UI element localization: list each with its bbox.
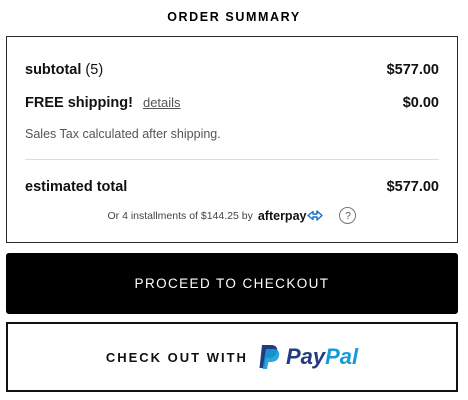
paypal-logo: Pay Pal xyxy=(286,344,358,370)
paypal-checkout-button[interactable]: CHECK OUT WITH Pay Pal xyxy=(6,322,458,392)
sales-tax-note: Sales Tax calculated after shipping. xyxy=(25,127,221,141)
subtotal-label: subtotal xyxy=(25,62,82,78)
order-summary-title: ORDER SUMMARY xyxy=(167,10,301,24)
order-summary-box: subtotal (5) $577.00 FREE shipping! deta… xyxy=(6,36,458,243)
shipping-label: FREE shipping! xyxy=(25,95,133,111)
help-circle-icon[interactable]: ? xyxy=(339,207,357,224)
subtotal-label-group: subtotal (5) xyxy=(25,62,103,78)
shipping-row: FREE shipping! details $0.00 xyxy=(25,95,439,111)
divider xyxy=(25,159,439,160)
paypal-brand-pay: Pay xyxy=(285,344,326,369)
shipping-details-link[interactable]: details xyxy=(143,95,181,110)
subtotal-count: (5) xyxy=(85,62,104,78)
afterpay-brand: afterpay xyxy=(257,208,307,223)
afterpay-installments: Or 4 installments of $144.25 by afterpay… xyxy=(7,207,457,224)
afterpay-logo: afterpay xyxy=(258,209,324,223)
estimated-total-label: estimated total xyxy=(25,179,128,195)
estimated-total-row: estimated total $577.00 xyxy=(25,179,439,195)
afterpay-arrows-icon xyxy=(307,210,324,221)
paypal-brand-pal: Pal xyxy=(325,344,359,369)
shipping-value: $0.00 xyxy=(402,95,439,111)
estimated-total-value: $577.00 xyxy=(386,179,439,195)
shipping-label-group: FREE shipping! details xyxy=(25,95,181,111)
subtotal-value: $577.00 xyxy=(386,62,439,78)
afterpay-text: Or 4 installments of $144.25 by xyxy=(107,209,253,222)
proceed-to-checkout-button[interactable]: PROCEED TO CHECKOUT xyxy=(6,253,458,314)
paypal-p-icon xyxy=(258,344,280,370)
subtotal-row: subtotal (5) $577.00 xyxy=(25,62,439,78)
paypal-checkout-label: CHECK OUT WITH xyxy=(105,349,248,365)
